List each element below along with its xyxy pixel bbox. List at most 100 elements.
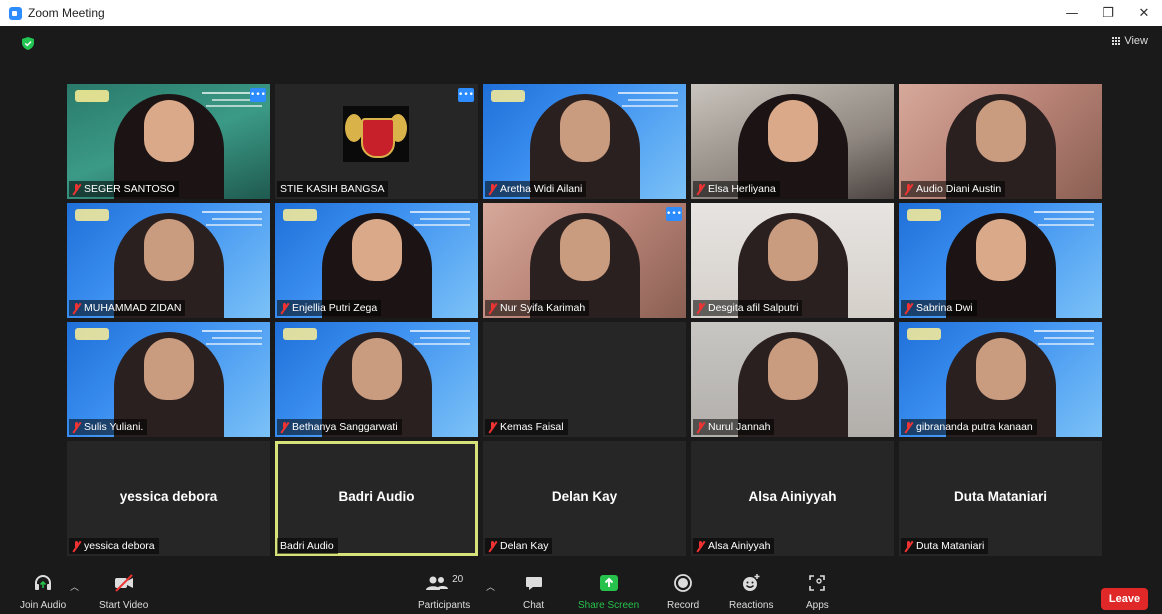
window-title: Zoom Meeting [28,6,105,20]
participant-name: Audio Diani Austin [916,183,1002,195]
participant-tile[interactable]: Elsa Herliyana [691,84,894,199]
background-banner-text [202,330,262,350]
share-screen-icon [599,575,618,591]
meeting-toolbar: Join Audio ︿ Start Video 20 Participants… [0,568,1162,614]
participant-tile[interactable]: Duta Mataniari Duta Mataniari [899,441,1102,556]
participant-tile[interactable]: gibrananda putra kanaan [899,322,1102,437]
active-speaker-tile[interactable]: Badri Audio Badri Audio [275,441,478,556]
reactions-button[interactable]: Reactions [729,572,773,611]
participant-tile[interactable]: Enjellia Putri Zega [275,203,478,318]
reactions-smiley-icon [743,574,760,591]
mic-muted-icon [696,302,705,314]
apps-button[interactable]: Apps [806,572,829,611]
participant-name: yessica debora [84,540,155,552]
share-screen-button[interactable]: Share Screen [578,572,639,611]
participant-name-label: MUHAMMAD ZIDAN [69,300,186,316]
join-audio-button[interactable]: Join Audio [20,572,66,611]
background-banner-text [202,211,262,231]
participant-name: Sabrina Dwi [916,302,973,314]
background-logo [283,209,317,221]
participant-tile[interactable]: Aretha Widi Ailani [483,84,686,199]
mic-muted-icon [488,183,497,195]
participant-name-label: SEGER SANTOSO [69,181,179,197]
participant-name: STIE KASIH BANGSA [280,183,385,195]
security-shield-icon[interactable] [22,37,34,50]
participant-tile[interactable]: Delan Kay Delan Kay [483,441,686,556]
participant-face [767,338,818,400]
participant-tile[interactable]: Kemas Faisal [483,322,686,437]
participant-tile[interactable]: Alsa Ainiyyah Alsa Ainiyyah [691,441,894,556]
start-video-button[interactable]: Start Video [99,572,148,611]
participant-face [143,338,194,400]
maximize-button[interactable]: ❐ [1090,0,1126,26]
participant-name: Sulis Yuliani. [84,421,144,433]
background-logo [75,328,109,340]
participants-options-caret[interactable]: ︿ [486,580,495,593]
participant-face [559,219,610,281]
participant-name: Delan Kay [500,540,549,552]
zoom-app-icon [9,6,22,20]
background-logo [283,328,317,340]
participant-name-label: Nur Syifa Karimah [485,300,590,316]
participant-name: Nur Syifa Karimah [500,302,586,314]
participant-face [351,338,402,400]
participants-button[interactable]: 20 Participants [418,572,471,612]
participant-face [143,100,194,162]
gallery-grid: ••• SEGER SANTOSO ••• STIE KASIH BANGSA Aret… [67,84,1102,556]
participant-name-label: Enjellia Putri Zega [277,300,382,316]
audio-options-caret[interactable]: ︿ [70,580,79,593]
participant-tile[interactable]: Nurul Jannah [691,322,894,437]
participant-tile[interactable]: Sabrina Dwi [899,203,1102,318]
participant-name-label: STIE KASIH BANGSA [277,181,389,197]
participant-face [975,219,1026,281]
participant-name: Bethanya Sanggarwati [292,421,398,433]
participant-name: Desgita afil Salputri [708,302,799,314]
participant-name-label: yessica debora [69,538,159,554]
participant-name-label: Alsa Ainiyyah [693,538,775,554]
mic-muted-icon [72,302,81,314]
participant-display-name: yessica debora [119,489,218,504]
participants-icon [426,576,449,590]
participant-tile[interactable]: ••• SEGER SANTOSO [67,84,270,199]
chat-label: Chat [523,600,545,611]
participant-display-name: Delan Kay [551,489,618,504]
participant-tile[interactable]: MUHAMMAD ZIDAN [67,203,270,318]
record-icon [674,574,693,592]
participant-name-label: Nurul Jannah [693,419,775,435]
leave-button[interactable]: Leave [1101,588,1148,610]
participant-tile[interactable]: yessica debora yessica debora [67,441,270,556]
participant-tile[interactable]: Bethanya Sanggarwati [275,322,478,437]
more-options-icon[interactable]: ••• [458,88,474,102]
mic-muted-icon [72,540,81,552]
share-screen-label: Share Screen [578,600,640,611]
participant-tile[interactable]: ••• STIE KASIH BANGSA [275,84,478,199]
participant-name: MUHAMMAD ZIDAN [84,302,182,314]
headphones-icon [35,575,52,590]
mic-muted-icon [72,183,81,195]
mic-muted-icon [904,183,913,195]
participant-face [143,219,194,281]
participants-count: 20 [452,573,464,585]
chat-button[interactable]: Chat [523,572,544,611]
minimize-button[interactable]: — [1054,0,1090,26]
participants-label: Participants [418,600,471,611]
more-options-icon[interactable]: ••• [666,207,682,221]
background-banner-text [618,92,678,112]
record-button[interactable]: Record [667,572,699,611]
background-banner-text [1034,211,1094,231]
close-button[interactable]: ✕ [1126,0,1162,26]
participant-face [975,100,1026,162]
participant-name-label: Delan Kay [485,538,553,554]
participant-name: Enjellia Putri Zega [292,302,378,314]
participant-name: Kemas Faisal [500,421,564,433]
participant-tile[interactable]: Desgita afil Salputri [691,203,894,318]
participant-tile[interactable]: Audio Diani Austin [899,84,1102,199]
participant-face [767,219,818,281]
participant-tile[interactable]: Sulis Yuliani. [67,322,270,437]
reactions-label: Reactions [729,600,774,611]
participant-name-label: Kemas Faisal [485,419,568,435]
mic-muted-icon [280,421,289,433]
more-options-icon[interactable]: ••• [250,88,266,102]
view-button[interactable]: View [1111,35,1148,47]
participant-tile[interactable]: ••• Nur Syifa Karimah [483,203,686,318]
